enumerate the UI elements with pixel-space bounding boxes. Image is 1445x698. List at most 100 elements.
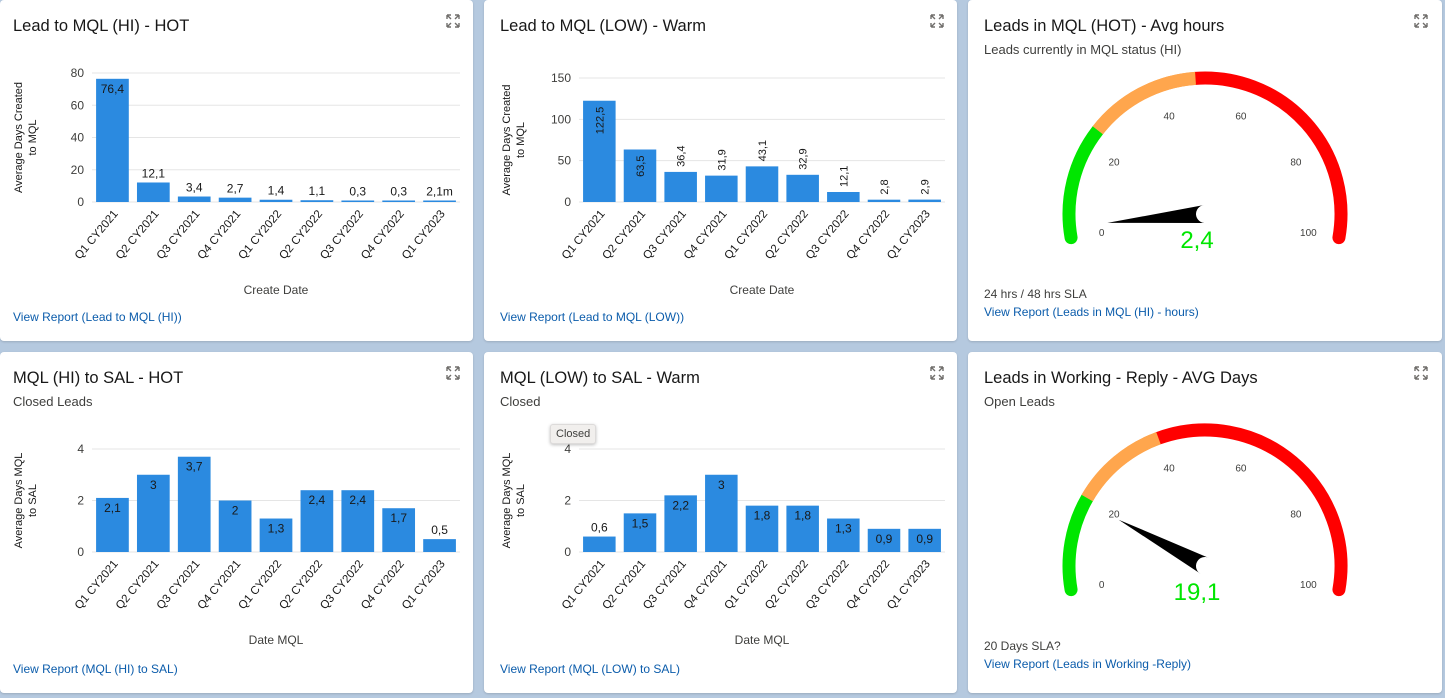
x-tick-label: Q1 CY2023 [400, 208, 448, 262]
gauge-band [1151, 423, 1348, 597]
data-label: 63,5 [635, 156, 647, 177]
gauge-tick-label: 20 [1109, 510, 1121, 521]
data-label: 2,8 [879, 179, 891, 194]
card-mql-hi-to-sal: MQL (HI) to SAL - HOT Closed Leads 0 2 4 Av… [0, 352, 473, 693]
gauge-tick-label: 80 [1290, 158, 1302, 169]
gauge-band [1062, 123, 1105, 245]
data-label: 1,1 [309, 184, 326, 198]
gauge-tick-label: 20 [1109, 158, 1121, 169]
bar [908, 199, 941, 202]
view-report-link[interactable]: View Report (MQL (HI) to SAL) [13, 662, 178, 676]
gauge-tick-label: 40 [1164, 111, 1176, 122]
view-report-link[interactable]: View Report (Lead to MQL (HI)) [13, 310, 182, 324]
card-lead-to-mql-low: Lead to MQL (LOW) - Warm 0 50 100 150 Averag… [484, 0, 957, 341]
y-tick-label: 0 [564, 195, 571, 209]
data-label: 3 [718, 478, 725, 492]
y-tick-label: 2 [564, 494, 571, 508]
gauge-needle [1118, 519, 1210, 574]
bar [867, 199, 901, 202]
y-tick-label: 20 [71, 163, 85, 177]
data-label: 0,3 [349, 185, 366, 199]
bar-chart: 024Average Days MQL to SAL 2,1Q1 CY20213Q2… [13, 442, 460, 647]
bar [382, 200, 416, 202]
x-axis-title: Create Date [244, 283, 309, 297]
y-axis-title: Average Days Created to MQL [13, 82, 39, 193]
bar [705, 175, 738, 202]
data-label: 2,4 [309, 493, 326, 507]
view-report-link[interactable]: View Report (Leads in MQL (HI) - hours) [984, 305, 1199, 319]
data-label: 3,7 [186, 460, 203, 474]
data-label: 76,4 [101, 82, 125, 96]
bar [300, 200, 334, 202]
gauge-needle [1107, 205, 1206, 223]
bar [341, 200, 375, 202]
bar [136, 182, 170, 202]
card-lead-to-mql-hi: Lead to MQL (HI) - HOT 0 20 40 60 80 Average … [0, 0, 473, 341]
gauge-chart: 0 20 40 60 80 100 19,1 [1062, 423, 1348, 606]
data-label: 0,6 [591, 521, 608, 535]
data-label: 3 [150, 478, 157, 492]
x-axis-title: Date MQL [249, 633, 304, 647]
gauge-tick-label: 100 [1300, 580, 1317, 591]
data-label: 31,9 [716, 149, 728, 170]
data-label: 3,4 [186, 181, 203, 195]
data-label: 2,4 [349, 493, 366, 507]
gauge-tick-label: 60 [1235, 463, 1247, 474]
card-leads-in-working: Leads in Working - Reply - AVG Days Open… [968, 352, 1442, 693]
chart-tooltip: Closed [550, 424, 597, 444]
data-label: 1,4 [268, 184, 285, 198]
gauge-tick-label: 100 [1300, 228, 1317, 239]
x-axis-title: Create Date [730, 283, 795, 297]
sla-text: 24 hrs / 48 hrs SLA [984, 287, 1087, 301]
bar-chart: 024Average Days MQL to SAL0,6Q1 CY20211,5… [501, 442, 945, 647]
gauge-chart: 0 20 40 60 80 100 2,4 [1062, 71, 1348, 254]
data-label: 0,9 [916, 532, 933, 546]
bar [664, 171, 697, 202]
data-label: 2,9 [920, 179, 932, 194]
bar-chart: 0 50 100 150 Average Days Created to MQL 122,5… [501, 71, 945, 297]
data-label: 0,5 [431, 523, 448, 537]
data-label: 1,3 [268, 522, 285, 536]
view-report-link[interactable]: View Report (Leads in Working -Reply) [984, 657, 1191, 671]
view-report-link[interactable]: View Report (MQL (LOW) to SAL) [500, 662, 680, 676]
gauge-value: 19,1 [1174, 579, 1221, 606]
y-axis-title: Average Days Created to MQL [501, 84, 527, 195]
y-axis-title: Average Days MQL to SAL [13, 453, 39, 549]
gauge-band [1062, 491, 1094, 597]
data-label: 1,8 [754, 509, 771, 523]
bar [583, 536, 616, 552]
y-tick-label: 0 [564, 545, 571, 559]
gauge-band [1092, 71, 1197, 135]
x-tick-label: Q1 CY2023 [885, 558, 933, 612]
x-tick-label: Q1 CY2023 [400, 558, 448, 612]
gauge-tick-label: 0 [1099, 580, 1105, 591]
view-report-link[interactable]: View Report (Lead to MQL (LOW)) [500, 310, 684, 324]
data-label: 12,1 [838, 166, 850, 187]
bar [96, 78, 129, 202]
data-label: 0,9 [876, 532, 893, 546]
bar [177, 196, 211, 202]
data-label: 1,7 [390, 511, 407, 525]
y-axis-title: Average Days MQL to SAL [501, 453, 527, 549]
bar [218, 197, 252, 202]
data-label: 0,3 [390, 185, 407, 199]
data-label: 2,7 [227, 182, 244, 196]
gauge-tick-label: 0 [1099, 228, 1105, 239]
y-tick-label: 2 [77, 494, 84, 508]
data-label: 1,3 [835, 522, 852, 536]
card-leads-in-mql-hot: Leads in MQL (HOT) - Avg hours Leads cur… [968, 0, 1442, 341]
y-tick-label: 0 [77, 195, 84, 209]
data-label: 122,5 [594, 107, 606, 135]
y-tick-label: 100 [551, 112, 571, 126]
y-tick-label: 50 [558, 154, 572, 168]
gauge-band [1081, 432, 1161, 502]
y-tick-label: 80 [71, 66, 85, 80]
bar [259, 199, 293, 202]
data-label: 2 [232, 504, 239, 518]
data-label: 43,1 [757, 140, 769, 161]
x-tick-label: Q1 CY2023 [885, 208, 933, 262]
data-label: 1,5 [632, 516, 649, 530]
y-tick-label: 4 [564, 442, 571, 456]
data-label: 12,1 [142, 166, 166, 180]
data-label: 1,8 [794, 509, 811, 523]
